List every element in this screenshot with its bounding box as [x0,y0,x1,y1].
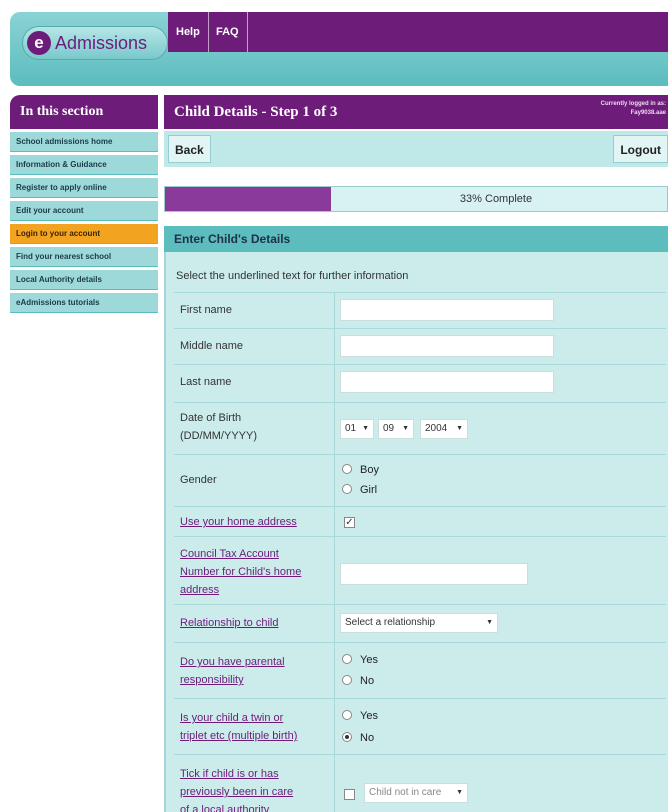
parental-label-line1: Do you have parental [180,656,285,668]
council-tax-input[interactable] [340,563,528,585]
sidebar-item-tutorials[interactable]: eAdmissions tutorials [10,293,158,313]
relationship-select[interactable]: Select a relationship ▼ [340,613,498,633]
care-link[interactable]: Tick if child is or has previously been … [180,765,293,812]
relationship-link[interactable]: Relationship to child [180,614,278,632]
radio-selected-icon [342,732,352,742]
twin-label-line2: triplet etc (multiple birth) [180,730,298,742]
home-address-row: Use your home address ✓ [174,506,666,536]
council-tax-label-line1: Council Tax Account [180,548,279,560]
home-address-checkbox[interactable]: ✓ [344,517,355,528]
dob-row: Date of Birth (DD/MM/YYYY) 01 ▼ 09 ▼ 2004 ▼ [174,402,666,454]
sidebar-item-local-authority[interactable]: Local Authority details [10,270,158,290]
page-title: Child Details - Step 1 of 3 [174,104,338,120]
gender-row: Gender Boy Girl [174,454,666,506]
dob-month-select[interactable]: 09 ▼ [378,419,414,439]
parental-no-radio[interactable]: No [342,674,374,688]
nav-faq-link[interactable]: FAQ [208,12,248,52]
home-address-link[interactable]: Use your home address [180,513,297,531]
gender-label: Gender [180,474,217,486]
care-status-select[interactable]: Child not in care ▼ [364,783,468,803]
logo-text: Admissions [55,33,148,53]
dropdown-arrow-icon: ▼ [362,425,369,432]
care-label-line3: of a local authority [180,804,270,812]
council-tax-label-line3: address [180,584,220,596]
child-details-form: Select the underlined text for further i… [164,252,668,812]
dob-label: Date of Birth (DD/MM/YYYY) [180,409,257,445]
twin-label-line1: Is your child a twin or [180,712,284,724]
twin-yes-radio[interactable]: Yes [342,709,378,723]
page-header: Child Details - Step 1 of 3 Currently lo… [164,95,668,129]
radio-icon [342,654,352,664]
care-checkbox[interactable] [344,789,355,800]
dropdown-arrow-icon: ▼ [486,619,493,626]
relationship-row: Relationship to child Select a relations… [174,604,666,642]
radio-icon [342,484,352,494]
last-name-row: Last name [174,364,666,402]
middle-name-row: Middle name [174,328,666,364]
sidebar-item-edit-account[interactable]: Edit your account [10,201,158,221]
first-name-row: First name [174,292,666,328]
sidebar-item-login[interactable]: Login to your account [10,224,158,244]
middle-name-label: Middle name [180,340,243,352]
gender-boy-radio[interactable]: Boy [342,463,379,477]
sidebar-menu: School admissions home Information & Gui… [10,132,158,316]
sidebar-item-register[interactable]: Register to apply online [10,178,158,198]
last-name-label: Last name [180,376,232,388]
nav-help-link[interactable]: Help [168,12,209,52]
dob-label-format: (DD/MM/YYYY) [180,430,257,442]
progress-bar: 33% Complete [164,186,668,212]
logo-e-icon: e [27,31,51,55]
radio-icon [342,675,352,685]
council-tax-link[interactable]: Council Tax Account Number for Child's h… [180,545,301,599]
eadmissions-logo[interactable]: e Admissions [22,26,168,60]
logged-in-username: Fay9038.aae [630,110,666,116]
sidebar-item-find-school[interactable]: Find your nearest school [10,247,158,267]
dropdown-arrow-icon: ▼ [456,425,463,432]
sidebar-item-information-guidance[interactable]: Information & Guidance [10,155,158,175]
parental-yes-radio[interactable]: Yes [342,653,378,667]
back-button[interactable]: Back [168,135,211,163]
section-title: Enter Child's Details [164,226,668,252]
top-nav: Help FAQ [168,12,668,52]
twin-no-radio[interactable]: No [342,731,374,745]
care-label-line2: previously been in care [180,786,294,798]
logout-button[interactable]: Logout [613,135,668,163]
button-bar: Back Logout [164,131,668,167]
sidebar-item-school-admissions-home[interactable]: School admissions home [10,132,158,152]
site-header: e Admissions Help FAQ [10,12,668,86]
first-name-input[interactable] [340,299,554,321]
parental-row: Do you have parental responsibility Yes … [174,642,666,698]
logged-in-label: Currently logged in as: [600,101,666,107]
radio-icon [342,710,352,720]
sidebar-title: In this section [10,95,158,129]
dropdown-arrow-icon: ▼ [456,789,463,796]
care-row: Tick if child is or has previously been … [174,754,666,812]
first-name-label: First name [180,304,232,316]
parental-label-line2: responsibility [180,674,244,686]
dob-day-select[interactable]: 01 ▼ [340,419,374,439]
progress-text: 33% Complete [459,193,533,205]
council-tax-row: Council Tax Account Number for Child's h… [174,536,666,604]
radio-icon [342,464,352,474]
twin-row: Is your child a twin or triplet etc (mul… [174,698,666,754]
care-label-line1: Tick if child is or has [180,768,279,780]
multiple-birth-link[interactable]: Is your child a twin or triplet etc (mul… [180,709,297,745]
parental-responsibility-link[interactable]: Do you have parental responsibility [180,653,285,689]
gender-girl-radio[interactable]: Girl [342,483,377,497]
dob-label-line1: Date of Birth [180,412,242,424]
form-instructions: Select the underlined text for further i… [176,270,409,282]
dob-year-select[interactable]: 2004 ▼ [420,419,468,439]
progress-fill [165,187,331,211]
logged-in-status: Currently logged in as: Fay9038.aae [601,100,666,118]
middle-name-input[interactable] [340,335,554,357]
dropdown-arrow-icon: ▼ [402,425,409,432]
last-name-input[interactable] [340,371,554,393]
council-tax-label-line2: Number for Child's home [180,566,302,578]
